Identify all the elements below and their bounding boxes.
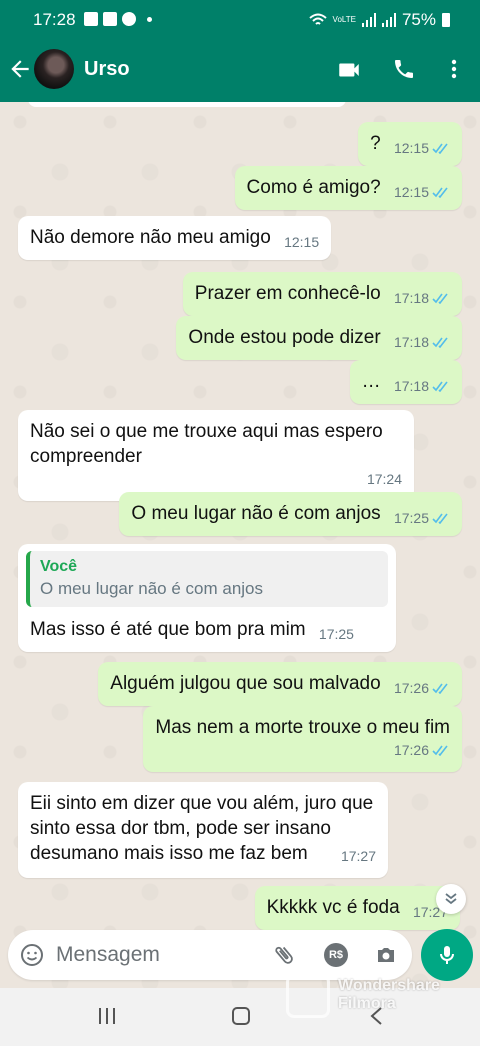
filmora-logo-icon <box>286 974 330 1018</box>
message-meta: 17:26 <box>394 676 450 701</box>
status-bar: 17:28 VoLTE 75% <box>0 0 480 40</box>
attach-icon[interactable] <box>272 943 296 967</box>
message-text: Mas nem a morte trouxe o meu fim <box>155 717 450 738</box>
scroll-to-bottom-button[interactable] <box>436 884 466 914</box>
message-bubble-outgoing[interactable]: Mas nem a morte trouxe o meu fim 17:26 <box>143 706 462 772</box>
message-time: 17:18 <box>393 378 429 394</box>
message-time: 17:25 <box>318 626 354 642</box>
read-receipt-icon <box>432 683 450 694</box>
read-receipt-icon <box>432 293 450 304</box>
message-bubble-outgoing[interactable]: O meu lugar não é com anjos 17:25 <box>119 492 462 536</box>
previous-message-fragment <box>28 102 346 107</box>
watermark: Wondershare Filmora <box>286 972 456 1022</box>
message-time: 17:24 <box>366 471 402 487</box>
watermark-line1: Wondershare <box>338 977 440 994</box>
video-call-icon[interactable] <box>336 57 362 83</box>
avatar[interactable] <box>34 49 74 89</box>
message-bubble-incoming[interactable]: Não demore não meu amigo 12:15 <box>18 216 332 260</box>
contact-name[interactable]: Urso <box>84 58 130 81</box>
read-receipt-icon <box>432 337 450 348</box>
emoji-icon[interactable] <box>20 943 44 967</box>
message-time: 12:15 <box>284 234 320 250</box>
message-meta: 17:25 <box>394 506 450 531</box>
message-text: ? <box>370 133 381 154</box>
message-time: 17:25 <box>393 510 429 526</box>
status-right: VoLTE 75% <box>308 10 450 30</box>
message-bubble-incoming[interactable]: Eii sinto em dizer que vou além, juro qu… <box>18 782 388 878</box>
message-meta: 12:15 <box>394 180 450 205</box>
message-meta: 17:18 <box>394 374 450 399</box>
wifi-icon <box>308 13 327 25</box>
camera-icon[interactable] <box>374 943 398 967</box>
message-bubble-outgoing[interactable]: Como é amigo? 12:15 <box>234 166 462 210</box>
message-text: Como é amigo? <box>246 177 381 198</box>
message-text: … <box>361 371 381 392</box>
payment-icon[interactable]: R$ <box>324 943 348 967</box>
home-icon[interactable] <box>230 1006 252 1026</box>
recent-apps-icon[interactable] <box>96 1006 118 1026</box>
battery-percent: 75% <box>401 10 436 29</box>
message-text: Alguém julgou que sou malvado <box>110 673 381 694</box>
message-time: 17:18 <box>393 290 429 306</box>
gallery-notification-icon <box>84 12 98 26</box>
microphone-icon <box>440 946 454 964</box>
read-receipt-icon <box>432 143 450 154</box>
battery-icon <box>442 13 450 27</box>
message-time: 17:27 <box>340 848 376 864</box>
read-receipt-icon <box>432 381 450 392</box>
message-meta: 17:18 <box>394 286 450 311</box>
message-bubble-outgoing[interactable]: Alguém julgou que sou malvado 17:26 <box>98 662 462 706</box>
read-receipt-icon <box>432 745 450 756</box>
watermark-text: Wondershare Filmora <box>338 977 440 1013</box>
chat-area[interactable]: ? 12:15 Como é amigo? 12:15 Não demore n… <box>0 102 480 988</box>
message-text: Não sei o que me trouxe aqui mas espero … <box>30 421 383 467</box>
watermark-line2: Filmora <box>338 995 396 1012</box>
message-bubble-outgoing[interactable]: Onde estou pode dizer 17:18 <box>176 316 462 360</box>
message-text: O meu lugar não é com anjos <box>131 503 381 524</box>
message-time: 12:15 <box>393 140 429 156</box>
quote-text: O meu lugar não é com anjos <box>40 579 264 598</box>
double-chevron-down-icon <box>445 893 457 905</box>
read-receipt-icon <box>432 187 450 198</box>
notification-icons <box>84 12 152 26</box>
message-bubble-outgoing[interactable]: … 17:18 <box>349 360 462 404</box>
chat-header: Urso <box>0 40 480 102</box>
signal-icon <box>361 13 376 27</box>
message-text: Onde estou pode dizer <box>188 327 381 348</box>
message-meta: 17:18 <box>394 330 450 355</box>
message-meta: 17:25 <box>319 622 354 647</box>
more-options-icon[interactable] <box>444 57 464 81</box>
more-notifications-icon <box>147 16 152 22</box>
message-meta: 12:15 <box>394 136 450 161</box>
message-bubble-outgoing[interactable]: ? 12:15 <box>358 122 462 166</box>
message-text: Não demore não meu amigo <box>30 227 271 248</box>
message-meta: 12:15 <box>284 230 319 255</box>
message-bubble-incoming-reply[interactable]: Você O meu lugar não é com anjos Mas iss… <box>18 544 396 652</box>
message-meta: 17:27 <box>38 844 376 869</box>
read-receipt-icon <box>432 513 450 524</box>
signal-icon-2 <box>381 13 396 27</box>
message-text: Mas isso é até que bom pra mim <box>30 619 306 640</box>
voice-call-icon[interactable] <box>392 57 416 81</box>
message-text: Kkkkk vc é foda <box>266 897 400 918</box>
volte-label: VoLTE <box>332 15 356 24</box>
message-time: 17:26 <box>393 680 429 696</box>
status-time: 17:28 <box>33 10 76 29</box>
message-bubble-outgoing[interactable]: Prazer em conhecê-lo 17:18 <box>182 272 462 316</box>
message-bubble-incoming[interactable]: Não sei o que me trouxe aqui mas espero … <box>18 410 414 501</box>
quoted-message[interactable]: Você O meu lugar não é com anjos <box>26 551 388 607</box>
message-placeholder: Mensagem <box>56 943 160 966</box>
message-meta: 17:26 <box>163 738 450 763</box>
back-arrow-icon[interactable] <box>7 56 33 82</box>
message-time: 17:26 <box>393 742 429 758</box>
message-notification-icon <box>103 12 117 26</box>
message-meta: 17:24 <box>38 467 402 492</box>
message-text: Prazer em conhecê-lo <box>194 283 381 304</box>
message-time: 12:15 <box>393 184 429 200</box>
skype-notification-icon <box>122 12 136 26</box>
quote-author: Você <box>40 558 78 575</box>
message-time: 17:18 <box>393 334 429 350</box>
